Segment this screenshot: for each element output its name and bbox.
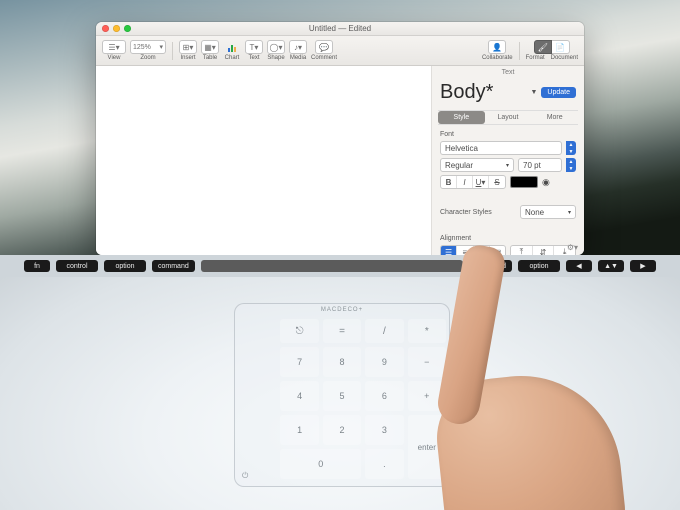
numkey-equals[interactable]: = [323,319,361,343]
numkey-enter[interactable]: enter [408,415,446,479]
numkey-dot[interactable]: . [365,449,403,479]
character-styles-label: Character Styles [440,209,516,216]
text-style-segment: B I U▾ S [440,175,506,189]
insert-button[interactable]: ⊞▾Insert [179,40,197,61]
format-document-segment: 🖌 📄 FormatDocument [526,40,578,61]
numkey-divide[interactable]: / [365,319,403,343]
font-label: Font [440,131,576,138]
text-button[interactable]: T▾Text [245,40,263,61]
character-styles-select[interactable]: None▾ [520,205,576,219]
numkey-multiply[interactable]: * [408,319,446,343]
toolbar: ☰▾ View 125%▾ Zoom ⊞▾Insert ▦▾Table Char… [96,36,584,66]
key-spacebar[interactable] [201,260,464,272]
numkey-6[interactable]: 6 [365,381,403,411]
key-command-left[interactable]: command [152,260,195,272]
shape-button[interactable]: ◯▾Shape [267,40,285,61]
close-icon[interactable] [102,25,109,32]
laptop-body: fn control option command command option… [0,255,680,510]
power-icon[interactable]: ⏻ [242,471,248,481]
key-arrow-right[interactable]: ▶ [630,260,656,272]
numkey-2[interactable]: 2 [323,415,361,445]
hand-illustration [420,255,620,510]
inspector-subtabs: Style Layout More [438,110,578,125]
key-command-right[interactable]: command [469,260,512,272]
bold-button[interactable]: B [441,176,457,188]
subtab-more[interactable]: More [531,111,578,124]
valign-top-icon[interactable]: ⤒ [511,246,533,255]
chart-button[interactable]: Chart [223,40,241,61]
traffic-lights [102,25,131,32]
format-tab[interactable]: 🖌 [534,40,552,54]
numpad-brand: MACDECO+ [321,307,363,313]
numkey-0[interactable]: 0 [280,449,361,479]
key-option-right[interactable]: option [518,260,560,272]
document-tab[interactable]: 📄 [552,40,570,54]
numkey-plus[interactable]: + [408,381,446,411]
valign-middle-icon[interactable]: ⇵ [533,246,555,255]
key-option-left[interactable]: option [104,260,146,272]
underline-button[interactable]: U▾ [473,176,489,188]
format-inspector: Text Body* ▼ Update Style Layout More Fo… [432,66,584,255]
pages-window: Untitled — Edited ☰▾ View 125%▾ Zoom ⊞▾I… [96,22,584,255]
window-title: Untitled — Edited [309,24,371,33]
numkey-4[interactable]: 4 [280,381,318,411]
numkey-minus[interactable]: − [408,347,446,377]
subtab-layout[interactable]: Layout [485,111,532,124]
paragraph-style-name[interactable]: Body* [440,81,526,104]
font-size-stepper-icon[interactable]: ▲▼ [566,158,576,172]
key-arrow-left[interactable]: ◀ [566,260,592,272]
align-justify-icon[interactable]: ▤ [490,246,505,255]
table-button[interactable]: ▦▾Table [201,40,219,61]
gear-icon[interactable]: ⚙︎▾ [567,243,578,252]
collaborate-button[interactable]: 👤Collaborate [482,40,513,61]
numkey-3[interactable]: 3 [365,415,403,445]
text-color-well[interactable] [510,176,538,188]
numkey-escape[interactable]: ⎋ [280,319,318,343]
font-family-stepper-icon[interactable]: ▲▼ [566,141,576,155]
minimize-icon[interactable] [113,25,120,32]
titlebar[interactable]: Untitled — Edited [96,22,584,36]
document-canvas[interactable] [96,66,432,255]
chevron-down-icon[interactable]: ▼ [530,89,537,96]
align-left-icon[interactable]: ☰ [441,246,457,255]
font-weight-select[interactable]: Regular▾ [440,158,514,172]
numpad-overlay: MACDECO+ ⎋ = / * 7 8 9 − 4 5 6 + 1 2 3 e… [234,303,450,487]
align-right-icon[interactable]: ☰ [474,246,490,255]
h-align-segment: ☰ ≡ ☰ ▤ [440,245,506,255]
alignment-label: Alignment [440,235,576,242]
numkey-9[interactable]: 9 [365,347,403,377]
numkey-7[interactable]: 7 [280,347,318,377]
comment-button[interactable]: 💬Comment [311,40,337,61]
italic-button[interactable]: I [457,176,473,188]
font-family-select[interactable]: Helvetica [440,141,562,155]
key-fn[interactable]: fn [24,260,50,272]
media-button[interactable]: ♪▾Media [289,40,307,61]
font-size-field[interactable]: 70 pt [518,158,562,172]
zoom-dropdown[interactable]: 125%▾ Zoom [130,40,166,61]
color-wheel-icon[interactable]: ◉ [542,177,550,188]
strike-button[interactable]: S [489,176,505,188]
keyboard-bottom-row: fn control option command command option… [0,255,680,277]
subtab-style[interactable]: Style [438,111,485,124]
numkey-5[interactable]: 5 [323,381,361,411]
align-center-icon[interactable]: ≡ [457,246,473,255]
key-control[interactable]: control [56,260,98,272]
inspector-tab-text[interactable]: Text [432,66,584,79]
numkey-1[interactable]: 1 [280,415,318,445]
view-button[interactable]: ☰▾ View [102,40,126,61]
update-style-button[interactable]: Update [541,87,576,98]
key-arrow-updown[interactable]: ▲▼ [598,260,624,272]
maximize-icon[interactable] [124,25,131,32]
numkey-8[interactable]: 8 [323,347,361,377]
